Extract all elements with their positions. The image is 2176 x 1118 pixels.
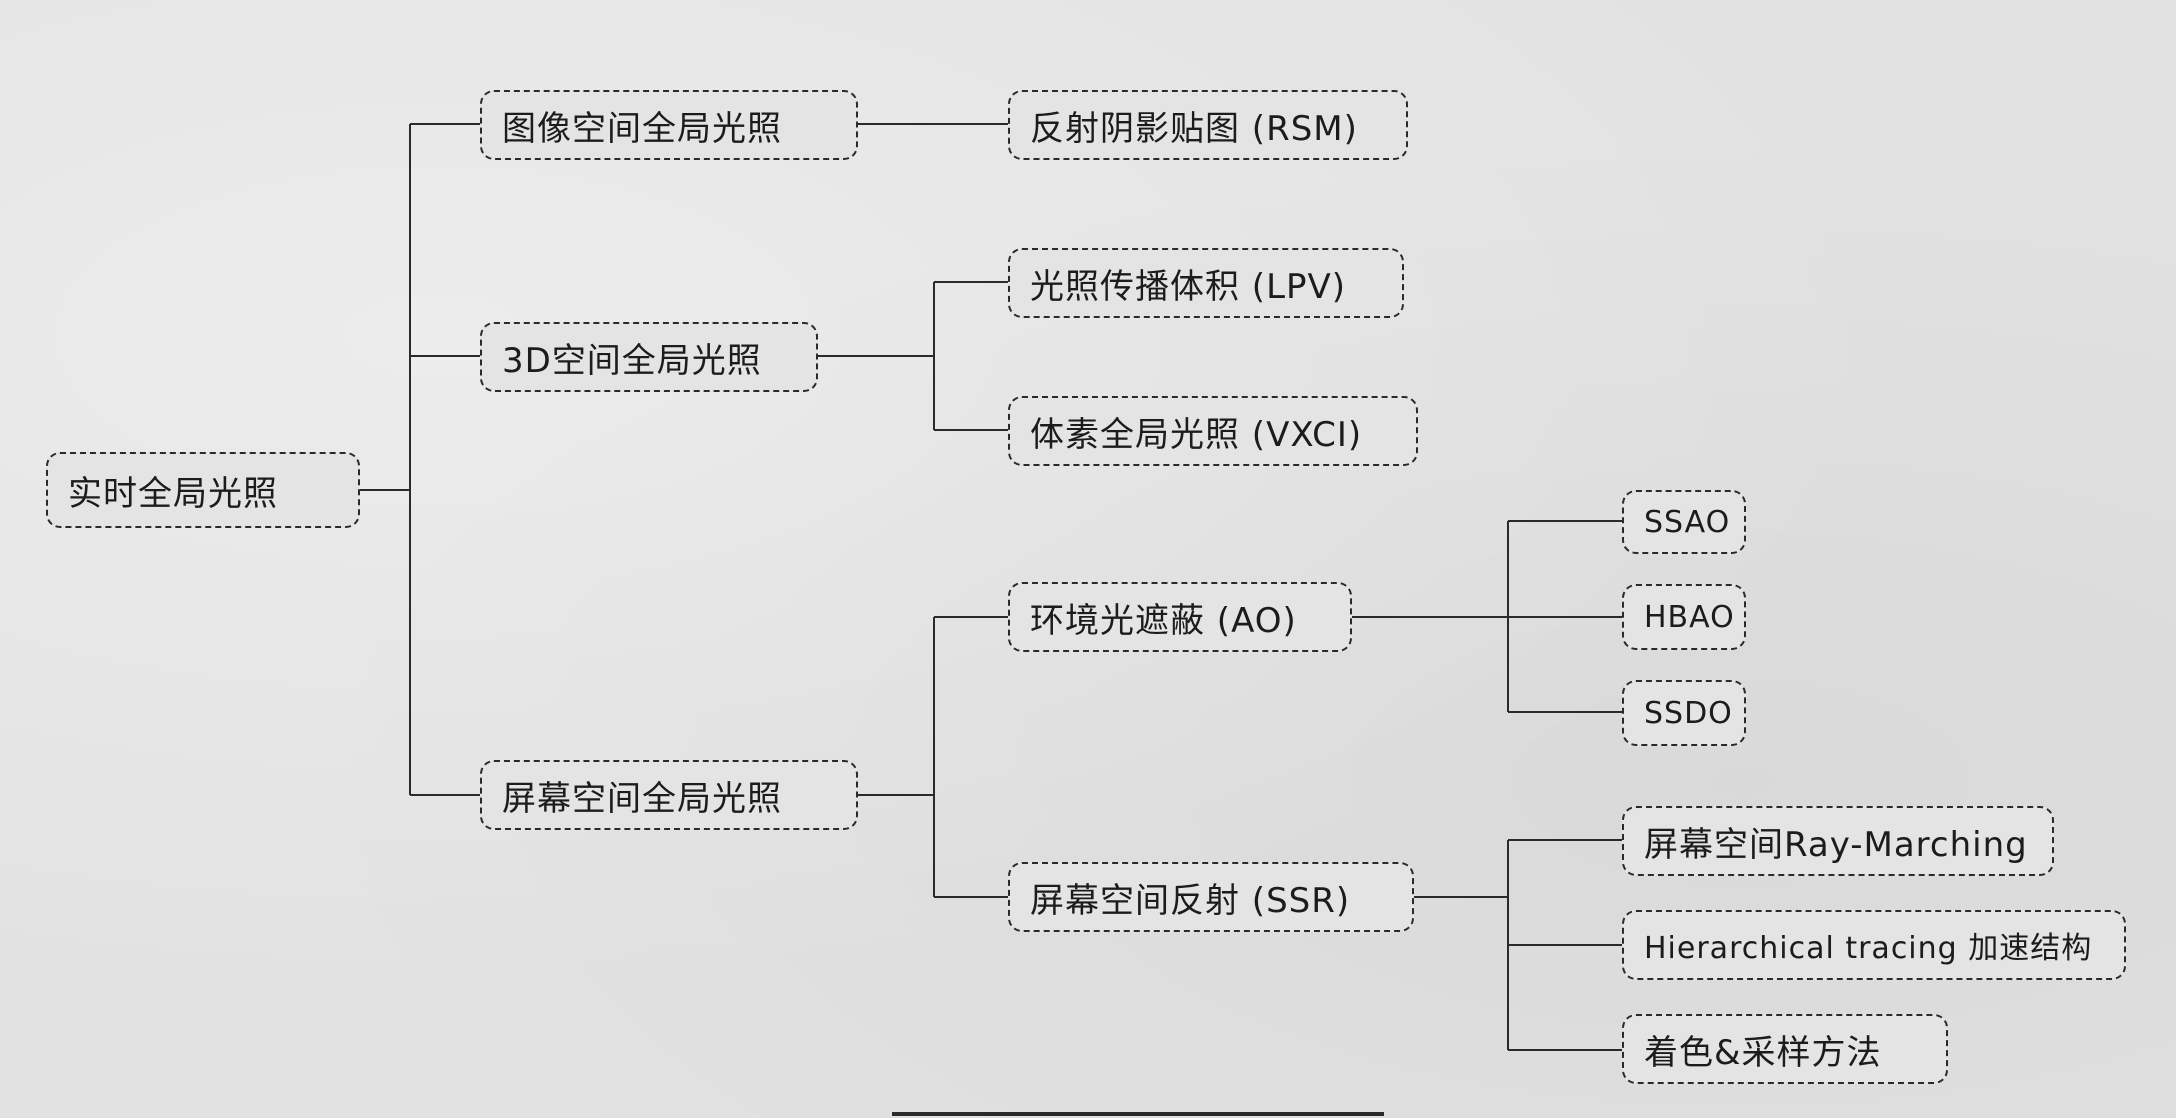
- bottom-divider: [892, 1112, 1384, 1116]
- node-ao: 环境光遮蔽 (AO): [1008, 582, 1352, 652]
- node-root: 实时全局光照: [46, 452, 360, 528]
- node-ssao-label: SSAO: [1644, 504, 1731, 540]
- node-hbao: HBAO: [1622, 584, 1746, 650]
- node-hierarchical: Hierarchical tracing 加速结构: [1622, 910, 2126, 980]
- node-vxci-label: 体素全局光照 (VXCI): [1030, 414, 1363, 455]
- node-3d-space-gi: 3D空间全局光照: [480, 322, 818, 392]
- node-ssr-label: 屏幕空间反射 (SSR): [1030, 880, 1351, 921]
- node-raymarching-label: 屏幕空间Ray-Marching: [1644, 824, 2028, 865]
- node-screen-space-gi: 屏幕空间全局光照: [480, 760, 858, 830]
- node-ssdo-label: SSDO: [1644, 695, 1733, 731]
- node-ssr: 屏幕空间反射 (SSR): [1008, 862, 1414, 932]
- node-ssdo: SSDO: [1622, 680, 1746, 746]
- node-hbao-label: HBAO: [1644, 599, 1735, 635]
- node-3d-space-gi-label: 3D空间全局光照: [502, 340, 762, 381]
- node-vxci: 体素全局光照 (VXCI): [1008, 396, 1418, 466]
- node-screen-space-gi-label: 屏幕空间全局光照: [502, 778, 782, 819]
- node-raymarching: 屏幕空间Ray-Marching: [1622, 806, 2054, 876]
- node-rsm-label: 反射阴影贴图 (RSM): [1030, 108, 1358, 149]
- node-hierarchical-label: Hierarchical tracing 加速结构: [1644, 931, 2093, 966]
- node-image-space-gi-label: 图像空间全局光照: [502, 108, 782, 149]
- node-rsm: 反射阴影贴图 (RSM): [1008, 90, 1408, 160]
- node-ao-label: 环境光遮蔽 (AO): [1030, 600, 1297, 641]
- node-shading-sampling-label: 着色&采样方法: [1644, 1032, 1882, 1073]
- node-ssao: SSAO: [1622, 490, 1746, 554]
- node-root-label: 实时全局光照: [68, 473, 278, 514]
- node-image-space-gi: 图像空间全局光照: [480, 90, 858, 160]
- node-lpv-label: 光照传播体积 (LPV): [1030, 266, 1347, 307]
- node-shading-sampling: 着色&采样方法: [1622, 1014, 1948, 1084]
- node-lpv: 光照传播体积 (LPV): [1008, 248, 1404, 318]
